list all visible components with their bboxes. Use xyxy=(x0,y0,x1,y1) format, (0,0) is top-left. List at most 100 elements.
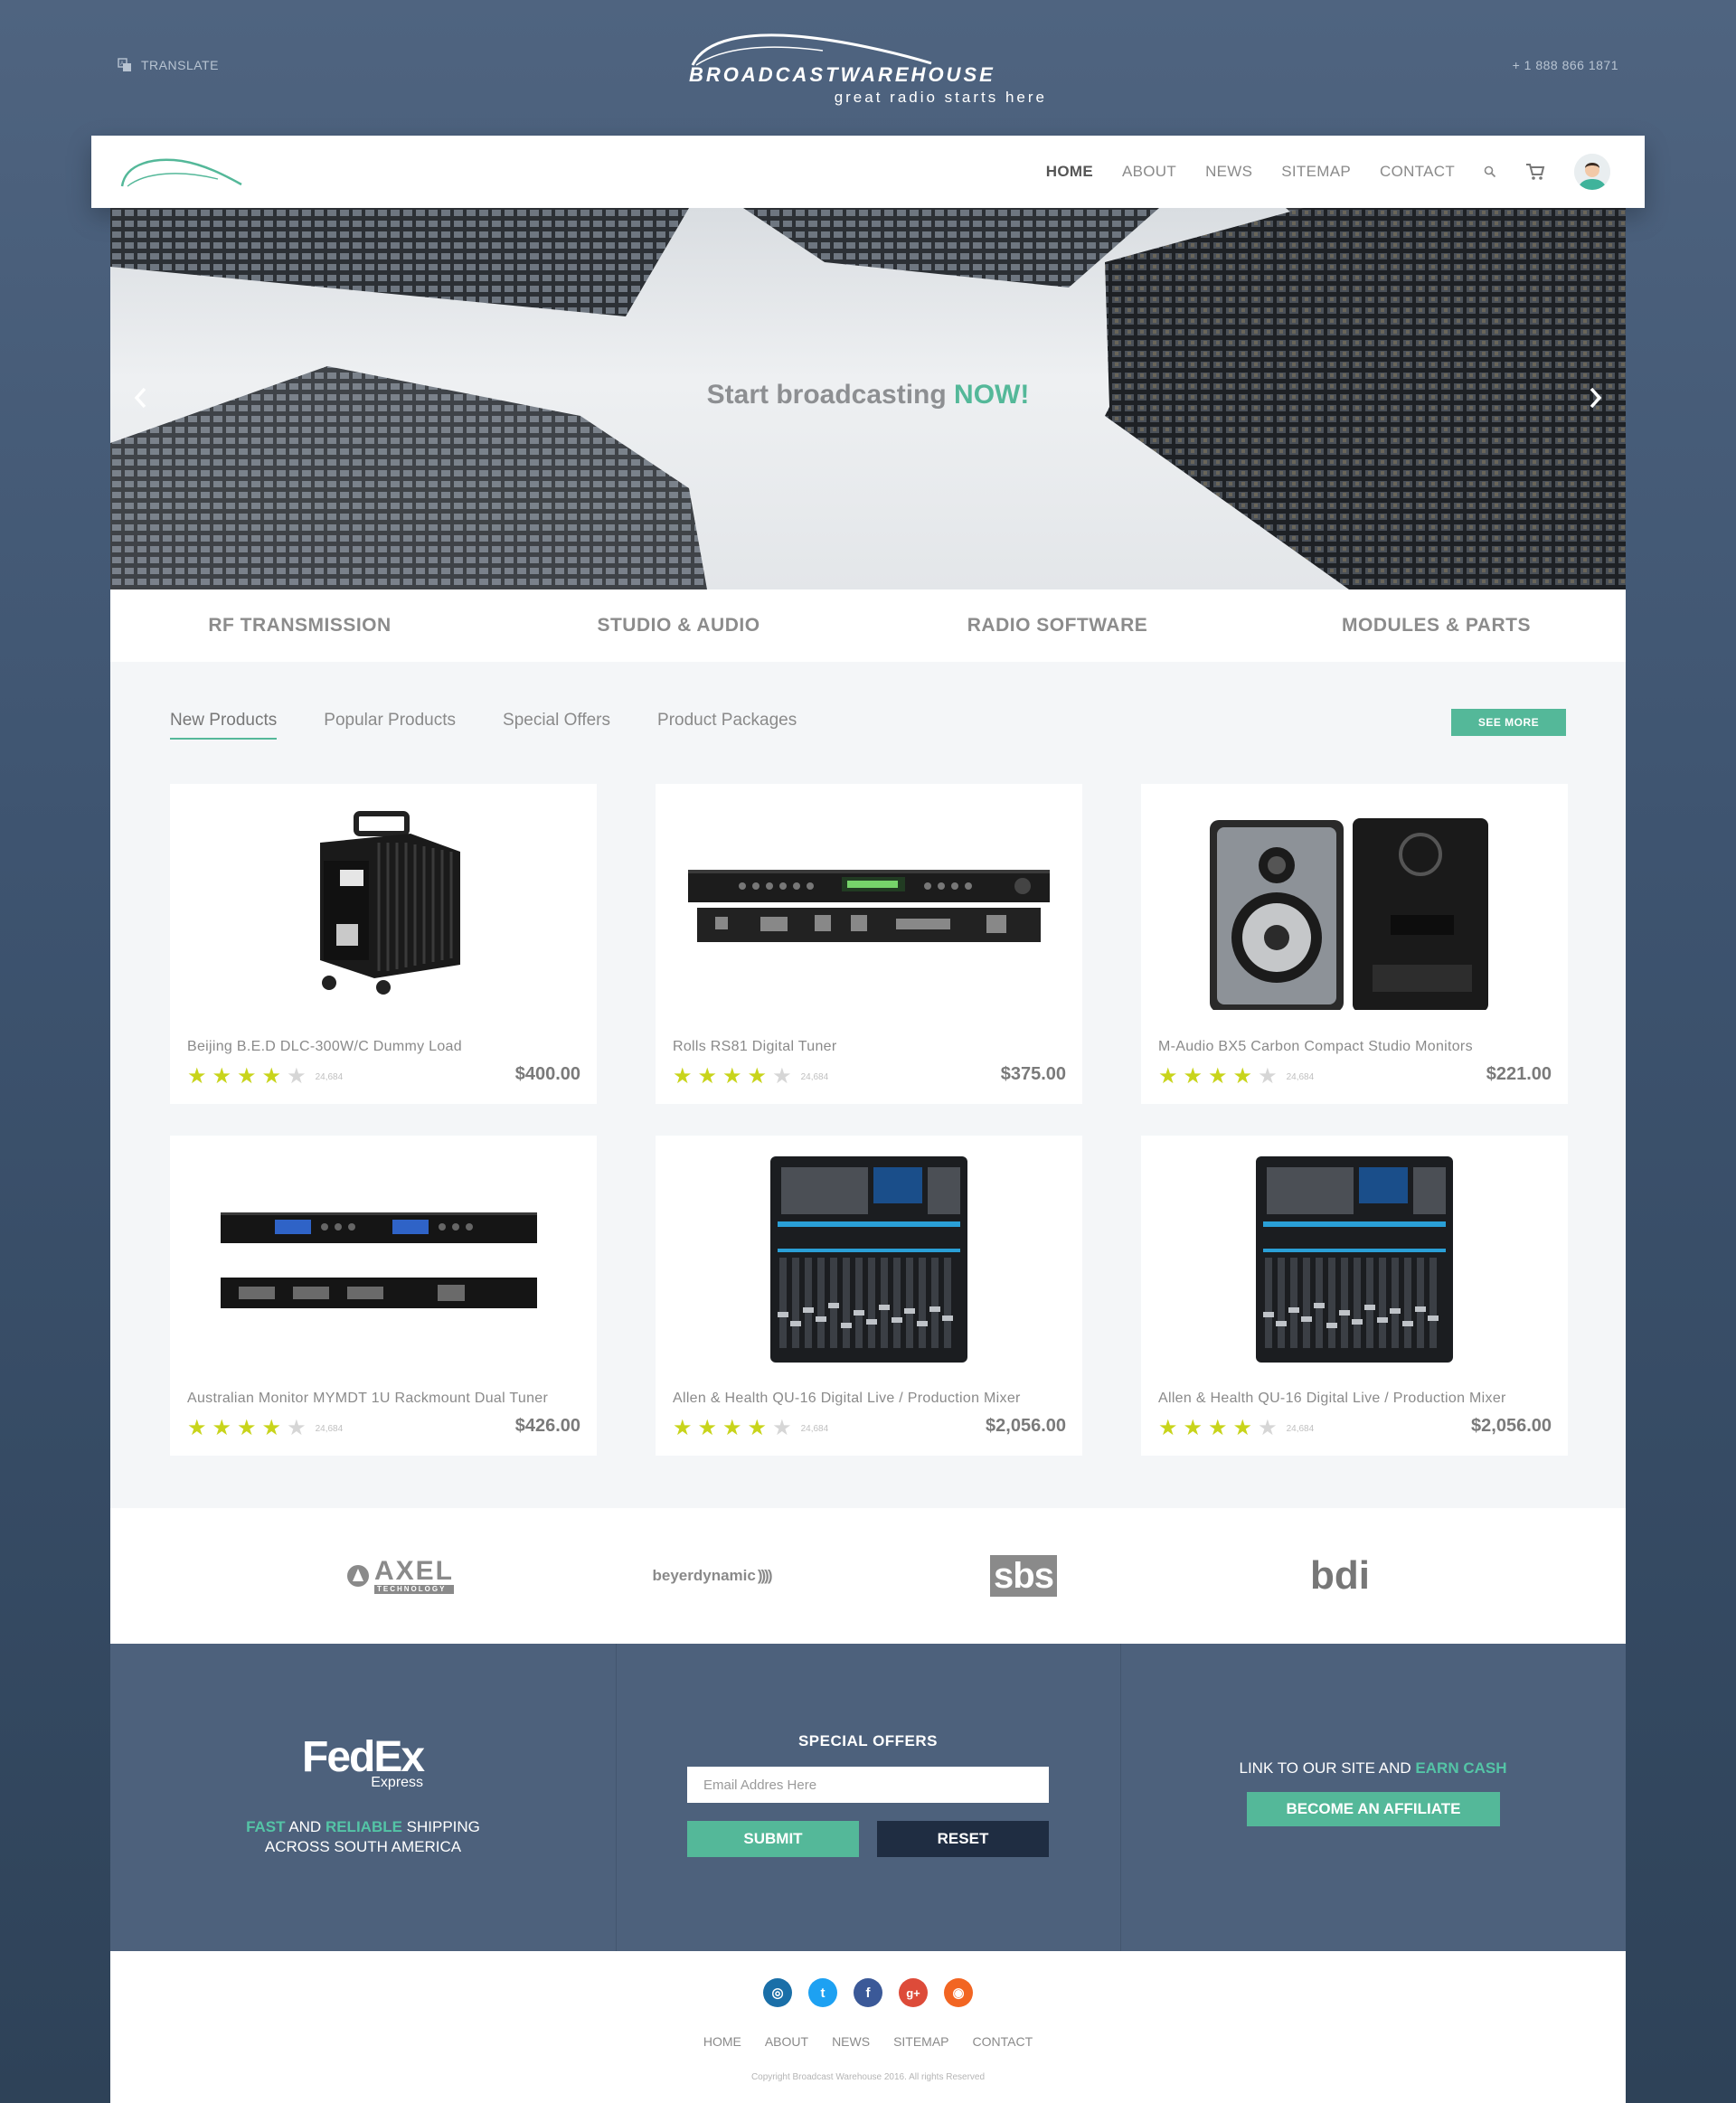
bottom-nav-home[interactable]: HOME xyxy=(703,2034,741,2049)
googleplus-icon[interactable]: g+ xyxy=(899,1978,928,2007)
product-image-dummy-load[interactable] xyxy=(170,784,597,1028)
star-empty-icon: ★ xyxy=(287,1064,307,1089)
product-name[interactable]: Allen & Health QU-16 Digital Live / Prod… xyxy=(1158,1391,1506,1407)
phone-number[interactable]: + 1 888 866 1871 xyxy=(1513,58,1618,72)
product-price: $426.00 xyxy=(514,1416,580,1436)
product-rating: ★ ★ ★ ★ ★ 24,684 xyxy=(187,1418,343,1439)
product-card[interactable]: M-Audio BX5 Carbon Compact Studio Monito… xyxy=(1141,784,1568,1104)
product-card[interactable]: Allen & Health QU-16 Digital Live / Prod… xyxy=(1141,1136,1568,1456)
tab-new-products[interactable]: New Products xyxy=(170,711,278,740)
product-card[interactable]: Beijing B.E.D DLC-300W/C Dummy Load ★ ★ ★ ★… xyxy=(170,784,597,1104)
product-image-rack-tuner[interactable] xyxy=(656,784,1082,1028)
product-price: $221.00 xyxy=(1486,1064,1552,1084)
affiliate-message: LINK TO OUR SITE AND EARN CASH xyxy=(1120,1759,1626,1778)
product-price: $2,056.00 xyxy=(1471,1416,1552,1436)
product-name[interactable]: M-Audio BX5 Carbon Compact Studio Monito… xyxy=(1158,1039,1473,1055)
brand-axel-name: AXEL xyxy=(373,1556,454,1586)
star-empty-icon: ★ xyxy=(772,1064,792,1089)
footer-shipping-column: FedEx Express FAST AND RELIABLE SHIPPING… xyxy=(110,1644,616,1951)
become-affiliate-button[interactable]: BECOME AN AFFILIATE xyxy=(1247,1792,1500,1826)
product-image-rack-dual-tuner[interactable] xyxy=(170,1136,597,1380)
star-empty-icon: ★ xyxy=(1258,1416,1278,1440)
instagram-icon[interactable]: ◎ xyxy=(763,1978,792,2007)
category-radio-software[interactable]: RADIO SOFTWARE xyxy=(868,589,1247,662)
hero-title-accent: NOW! xyxy=(954,380,1030,410)
category-modules-parts[interactable]: MODULES & PARTS xyxy=(1247,589,1626,662)
product-card[interactable]: Rolls RS81 Digital Tuner ★ ★ ★ ★ ★ 24,684 $3… xyxy=(656,784,1082,1104)
product-name[interactable]: Beijing B.E.D DLC-300W/C Dummy Load xyxy=(187,1039,462,1055)
star-icon: ★ xyxy=(697,1416,718,1440)
submit-button[interactable]: SUBMIT xyxy=(687,1821,859,1857)
star-icon: ★ xyxy=(1208,1064,1228,1089)
star-icon: ★ xyxy=(187,1064,207,1089)
star-empty-icon: ★ xyxy=(287,1416,307,1440)
translate-link[interactable]: A TRANSLATE xyxy=(118,58,219,72)
bottom-nav-contact[interactable]: CONTACT xyxy=(973,2034,1033,2049)
navbar-logo-icon[interactable] xyxy=(118,156,245,188)
star-empty-icon: ★ xyxy=(772,1416,792,1440)
product-name[interactable]: Rolls RS81 Digital Tuner xyxy=(673,1039,837,1055)
product-card[interactable]: Australian Monitor MYMDT 1U Rackmount Du… xyxy=(170,1136,597,1456)
brand-logo[interactable]: BROADCASTWAREHOUSE great radio starts he… xyxy=(687,31,1049,106)
nav-news[interactable]: NEWS xyxy=(1205,163,1252,181)
tab-special-offers[interactable]: Special Offers xyxy=(503,711,610,740)
category-strip: RF TRANSMISSION STUDIO & AUDIO RADIO SOF… xyxy=(110,589,1626,662)
product-rating: ★ ★ ★ ★ ★ 24,684 xyxy=(673,1066,828,1088)
product-name[interactable]: Allen & Health QU-16 Digital Live / Prod… xyxy=(673,1391,1021,1407)
see-more-button[interactable]: SEE MORE xyxy=(1451,709,1566,736)
cart-icon[interactable] xyxy=(1525,163,1545,181)
search-icon[interactable] xyxy=(1484,165,1496,178)
star-icon: ★ xyxy=(697,1064,718,1089)
reset-button[interactable]: RESET xyxy=(877,1821,1049,1857)
shipping-fast: FAST xyxy=(246,1818,286,1835)
main-navbar: HOME ABOUT NEWS SITEMAP CONTACT xyxy=(91,136,1645,208)
nav-contact[interactable]: CONTACT xyxy=(1380,163,1455,181)
brand-logo-axel[interactable]: AXEL TECHNOLOGY xyxy=(327,1553,472,1598)
shipping-message: FAST AND RELIABLE SHIPPING ACROSS SOUTH … xyxy=(110,1817,616,1857)
star-icon: ★ xyxy=(722,1416,742,1440)
nav-sitemap[interactable]: SITEMAP xyxy=(1281,163,1351,181)
nav-home[interactable]: HOME xyxy=(1046,163,1093,181)
user-avatar[interactable] xyxy=(1574,154,1610,190)
bottom-nav-news[interactable]: NEWS xyxy=(832,2034,870,2049)
translate-label: TRANSLATE xyxy=(141,58,219,72)
category-rf-transmission[interactable]: RF TRANSMISSION xyxy=(110,589,489,662)
product-tabs: New Products Popular Products Special Of… xyxy=(170,711,797,740)
star-icon: ★ xyxy=(212,1064,232,1089)
bottom-nav-about[interactable]: ABOUT xyxy=(765,2034,808,2049)
products-panel: New Products Popular Products Special Of… xyxy=(110,662,1626,1508)
product-image-mixer[interactable] xyxy=(656,1136,1082,1380)
product-image-mixer[interactable] xyxy=(1141,1136,1568,1380)
svg-text:A: A xyxy=(120,61,125,67)
rss-icon[interactable]: ◉ xyxy=(944,1978,973,2007)
twitter-icon[interactable]: t xyxy=(808,1978,837,2007)
brand-logo-bdi[interactable]: bdi xyxy=(1295,1553,1385,1598)
shipping-line2: ACROSS SOUTH AMERICA xyxy=(264,1838,462,1855)
bottom-nav-sitemap[interactable]: SITEMAP xyxy=(893,2034,948,2049)
tab-product-packages[interactable]: Product Packages xyxy=(657,711,797,740)
brand-logo-beyerdynamic[interactable]: beyerdynamic )))) xyxy=(635,1553,788,1598)
special-offers-title: SPECIAL OFFERS xyxy=(797,1732,939,1749)
axel-mark-icon xyxy=(346,1565,369,1587)
star-icon: ★ xyxy=(237,1064,257,1089)
brand-bdi-name: bdi xyxy=(1310,1553,1370,1598)
translate-icon: A xyxy=(118,58,131,71)
hero-title: Start broadcasting NOW! xyxy=(110,380,1626,410)
product-card[interactable]: Allen & Health QU-16 Digital Live / Prod… xyxy=(656,1136,1082,1456)
footer-offers-column: SPECIAL OFFERS SUBMIT RESET xyxy=(616,1644,1120,1951)
product-image-studio-monitors[interactable] xyxy=(1141,784,1568,1028)
star-icon: ★ xyxy=(747,1064,768,1089)
product-name[interactable]: Australian Monitor MYMDT 1U Rackmount Du… xyxy=(187,1391,548,1407)
category-studio-audio[interactable]: STUDIO & AUDIO xyxy=(489,589,868,662)
copyright-text: Copyright Broadcast Warehouse 2016. All … xyxy=(750,2072,986,2082)
star-icon: ★ xyxy=(747,1416,768,1440)
product-rating: ★ ★ ★ ★ ★ 24,684 xyxy=(1158,1418,1314,1439)
bottom-nav: HOME ABOUT NEWS SITEMAP CONTACT xyxy=(110,2034,1626,2049)
facebook-icon[interactable]: f xyxy=(854,1978,882,2007)
brand-swoosh-icon xyxy=(691,33,932,66)
brand-logo-sbs[interactable]: sbs xyxy=(978,1553,1069,1598)
nav-about[interactable]: ABOUT xyxy=(1122,163,1176,181)
email-input[interactable] xyxy=(687,1767,1049,1803)
tab-popular-products[interactable]: Popular Products xyxy=(324,711,456,740)
product-rating: ★ ★ ★ ★ ★ 24,684 xyxy=(187,1066,343,1088)
